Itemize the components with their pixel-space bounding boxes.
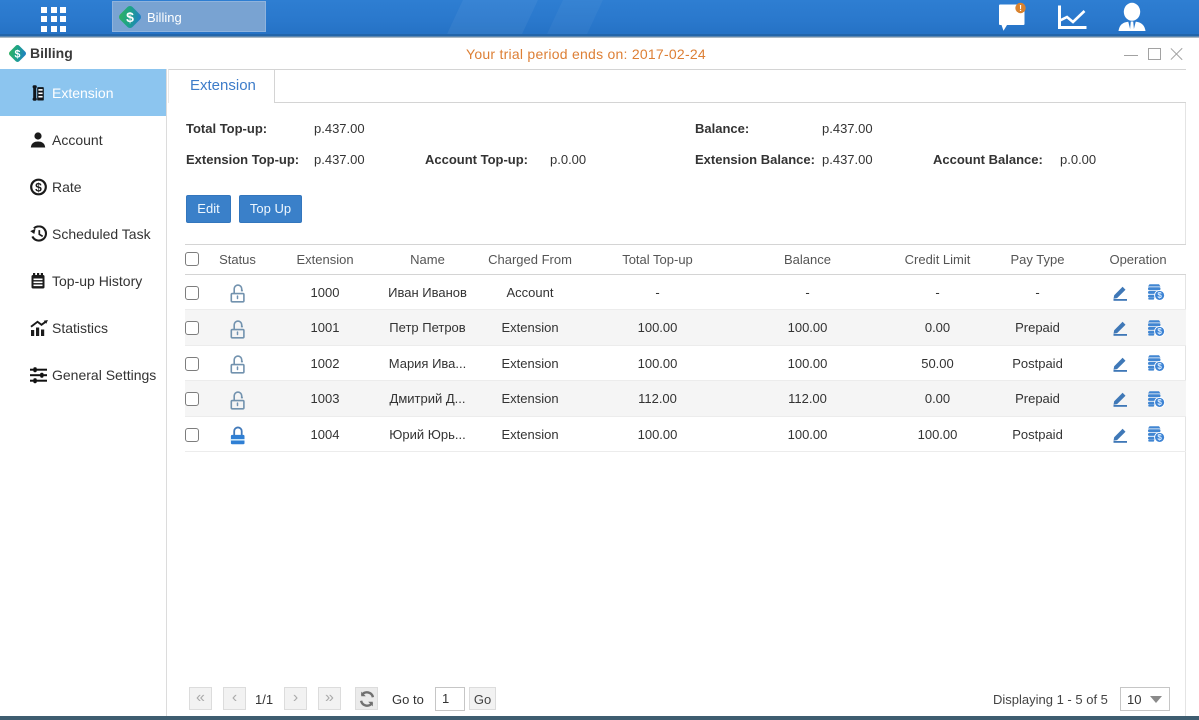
svg-text:$: $ <box>1157 398 1162 407</box>
svg-text:!: ! <box>1019 3 1022 13</box>
svg-text:$: $ <box>1157 327 1162 336</box>
svg-text:$: $ <box>1157 362 1162 371</box>
svg-text:$: $ <box>126 9 134 25</box>
svg-text:$: $ <box>35 180 42 194</box>
svg-text:$: $ <box>1157 291 1162 300</box>
svg-text:$: $ <box>1157 433 1162 442</box>
